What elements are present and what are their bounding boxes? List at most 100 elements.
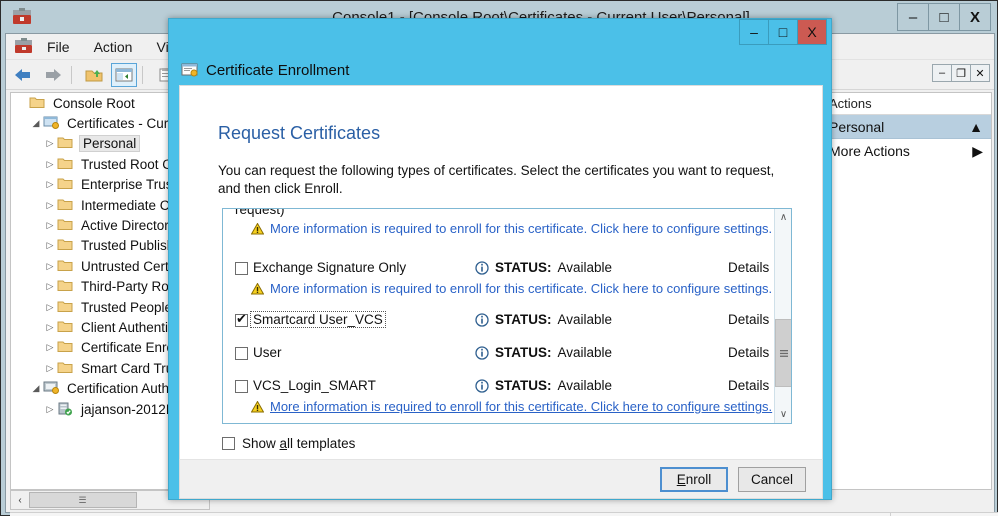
show-hide-console-tree-icon[interactable] [111, 62, 137, 87]
collapsed-twisty-icon[interactable]: ▷ [43, 302, 57, 313]
certificate-enrollment-icon [181, 62, 199, 78]
folder-icon [57, 218, 75, 233]
status-badge: Available [557, 312, 613, 327]
status-key-label: STATUS: [495, 260, 552, 275]
collapsed-twisty-icon[interactable]: ▷ [43, 179, 57, 190]
scrollbar-thumb[interactable]: ☰ [29, 492, 137, 508]
forward-icon[interactable] [40, 63, 66, 87]
certificate-templates-list[interactable]: request) More information is required to … [222, 208, 792, 424]
dialog-titlebar: – □ X [169, 19, 831, 55]
menu-item-file[interactable]: File [36, 37, 81, 57]
template-checkbox[interactable] [235, 347, 248, 360]
mmc-maximize-button[interactable]: □ [928, 3, 960, 31]
expanded-twisty-icon[interactable]: ◢ [29, 383, 43, 394]
folder-icon [57, 198, 75, 213]
collapsed-twisty-icon[interactable]: ▷ [43, 363, 57, 374]
checkbox-box[interactable] [222, 437, 235, 450]
dialog-window-controls: – □ X [739, 19, 827, 45]
tree-node-label: Console Root [53, 95, 135, 111]
template-warning-link[interactable]: More information is required to enroll f… [251, 399, 772, 414]
folder-icon [57, 300, 75, 315]
scroll-left-icon[interactable]: ‹ [11, 491, 29, 509]
template-row[interactable]: Smartcard User_VCS STATUS: Available Detail… [223, 311, 783, 333]
warning-triangle-icon [251, 282, 264, 294]
up-folder-icon[interactable] [81, 63, 107, 87]
status-key-label: STATUS: [495, 312, 552, 327]
scrollbar-thumb[interactable] [775, 319, 791, 387]
info-icon [475, 345, 489, 360]
mdi-restore-button[interactable]: ❐ [951, 64, 971, 82]
template-warning-link[interactable]: More information is required to enroll f… [251, 221, 772, 236]
actions-item-more-actions[interactable]: More Actions ▶ [827, 139, 991, 163]
collapsed-twisty-icon[interactable]: ▷ [43, 240, 57, 251]
folder-icon [57, 259, 75, 274]
warning-link-text: More information is required to enroll f… [270, 399, 773, 414]
show-all-templates-label: Show all templates [242, 436, 356, 451]
actions-group-personal[interactable]: Personal ▲ [827, 115, 991, 139]
dialog-header: Certificate Enrollment [179, 55, 823, 85]
mmc-console-icon [11, 7, 33, 27]
details-label: Details [728, 260, 770, 275]
status-bar: Personal store contains 9 certificates. [10, 512, 998, 516]
templates-list-scrollbar[interactable]: ∧ ∨ [774, 209, 791, 423]
dialog-maximize-button[interactable]: □ [768, 19, 798, 45]
clipped-template-text: request) [235, 208, 285, 217]
collapsed-twisty-icon[interactable]: ▷ [43, 342, 57, 353]
certification-authority-icon [43, 381, 61, 396]
dialog-close-button[interactable]: X [797, 19, 827, 45]
mmc-minimize-button[interactable]: – [897, 3, 929, 31]
status-badge: Available [557, 378, 613, 393]
actions-pane: Actions Personal ▲ More Actions ▶ [826, 92, 992, 490]
template-checkbox[interactable] [235, 311, 248, 327]
actions-item-label: More Actions [829, 143, 910, 159]
toolbar-separator [71, 65, 72, 84]
details-label: Details [728, 312, 770, 327]
folder-icon [57, 157, 75, 172]
collapsed-twisty-icon[interactable]: ▷ [43, 138, 57, 149]
info-icon [475, 378, 489, 393]
template-name: Exchange Signature Only [253, 260, 407, 275]
template-checkbox[interactable] [235, 262, 248, 275]
expanded-twisty-icon[interactable]: ◢ [29, 118, 43, 129]
menu-item-action[interactable]: Action [83, 37, 144, 57]
folder-icon [57, 361, 75, 376]
back-icon[interactable] [10, 63, 36, 87]
ca-server-icon [57, 402, 75, 417]
mdi-minimize-button[interactable]: – [932, 64, 952, 82]
template-row[interactable]: Exchange Signature Only STATUS: Available D… [223, 259, 783, 281]
collapsed-twisty-icon[interactable]: ▷ [43, 261, 57, 272]
chevron-up-icon[interactable]: ▲ [969, 119, 983, 135]
info-icon [475, 260, 489, 275]
enroll-button[interactable]: Enroll [660, 466, 728, 492]
template-row[interactable]: UserSTATUS:AvailableDetails∨ [223, 344, 783, 366]
collapsed-twisty-icon[interactable]: ▷ [43, 159, 57, 170]
template-row[interactable]: VCS_Login_SMARTSTATUS:AvailableDetails∨ [223, 377, 783, 399]
status-badge: Available [557, 345, 613, 360]
show-all-templates-checkbox[interactable]: Show all templates [222, 436, 355, 451]
collapsed-twisty-icon[interactable]: ▷ [43, 200, 57, 211]
collapsed-twisty-icon[interactable]: ▷ [43, 404, 57, 415]
cancel-button[interactable]: Cancel [738, 466, 806, 492]
collapsed-twisty-icon[interactable]: ▷ [43, 220, 57, 231]
scroll-up-icon[interactable]: ∧ [775, 209, 791, 226]
dialog-minimize-button[interactable]: – [739, 19, 769, 45]
collapsed-twisty-icon[interactable]: ▷ [43, 322, 57, 333]
certificates-snapin-icon [43, 116, 61, 131]
mdi-child-window-controls: – ❐ ✕ [932, 64, 990, 82]
template-checkbox[interactable] [235, 380, 248, 393]
dialog-body: Request Certificates You can request the… [179, 85, 823, 459]
mdi-close-button[interactable]: ✕ [970, 64, 990, 82]
collapsed-twisty-icon[interactable]: ▷ [43, 281, 57, 292]
template-warning-link[interactable]: More information is required to enroll f… [251, 281, 772, 296]
mmc-close-button[interactable]: X [959, 3, 991, 31]
certificate-enrollment-dialog: – □ X Certificate Enrollment Request Cer… [168, 18, 832, 500]
folder-icon [57, 279, 75, 294]
folder-icon [29, 96, 47, 111]
scroll-down-icon[interactable]: ∨ [775, 406, 791, 423]
template-status: STATUS: Available [475, 260, 612, 275]
folder-icon [57, 340, 75, 355]
tree-node-label: Trusted People [81, 299, 173, 315]
template-status: STATUS: Available [475, 312, 612, 327]
actions-pane-header: Actions [827, 93, 991, 115]
toolbar-separator-2 [142, 65, 143, 84]
